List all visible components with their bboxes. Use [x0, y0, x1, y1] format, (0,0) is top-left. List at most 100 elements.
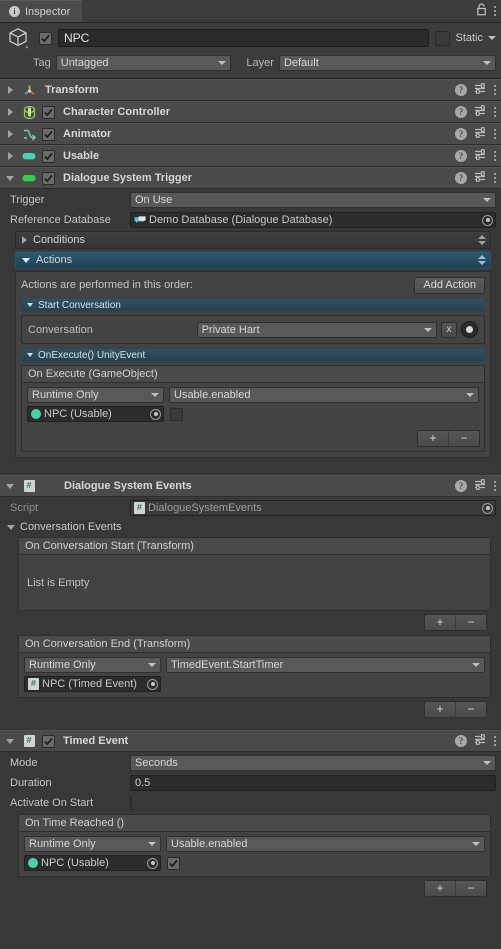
object-picker-icon[interactable]	[147, 678, 158, 690]
gameobject-active-checkbox[interactable]	[39, 31, 52, 45]
component-name: Character Controller	[63, 106, 170, 118]
call-state-dropdown[interactable]: Runtime Only	[27, 387, 164, 403]
add-entry-button[interactable]: +	[425, 615, 455, 630]
add-entry-button[interactable]: +	[418, 431, 448, 446]
on-conversation-end-block: On Conversation End (Transform) Runtime …	[18, 635, 491, 722]
activate-on-start-checkbox[interactable]	[130, 796, 132, 810]
animator-icon	[21, 126, 37, 142]
preset-icon[interactable]	[474, 478, 487, 494]
onexecute-foldout[interactable]: OnExecute() UnityEvent	[21, 348, 485, 362]
gameobject-header: NPC Static Tag Untagged Layer Default	[0, 23, 501, 79]
foldout-arrow-icon[interactable]	[4, 152, 16, 160]
foldout-arrow-icon[interactable]	[4, 738, 16, 744]
foldout-arrow-icon[interactable]	[4, 483, 16, 489]
target-objectfield[interactable]: # NPC (Timed Event)	[24, 676, 161, 692]
conditions-foldout[interactable]: Conditions	[15, 231, 491, 249]
component-enable-checkbox[interactable]	[42, 734, 55, 748]
remove-entry-button[interactable]: −	[455, 881, 486, 896]
add-entry-button[interactable]: +	[425, 881, 455, 896]
gameobject-name-input[interactable]: NPC	[58, 29, 430, 47]
call-state-dropdown[interactable]: Runtime Only	[24, 657, 161, 673]
preset-icon[interactable]	[474, 170, 487, 186]
duration-input[interactable]: 0.5	[130, 775, 496, 791]
remove-entry-button[interactable]: −	[455, 702, 486, 717]
preset-icon[interactable]	[474, 148, 487, 164]
preset-icon[interactable]	[474, 104, 487, 120]
kebab-menu-icon[interactable]	[494, 173, 496, 183]
conversation-events-foldout[interactable]: Conversation Events	[5, 519, 496, 535]
trigger-value: On Use	[135, 194, 173, 206]
layer-dropdown[interactable]: Default	[278, 55, 496, 71]
help-icon[interactable]: ?	[455, 172, 467, 184]
mode-dropdown[interactable]: Seconds	[130, 755, 496, 771]
component-enable-checkbox[interactable]	[42, 127, 55, 141]
kebab-menu-icon[interactable]	[494, 151, 496, 161]
tag-dropdown[interactable]: Untagged	[55, 55, 232, 71]
lock-icon[interactable]	[476, 3, 487, 19]
kebab-menu-icon[interactable]	[494, 107, 496, 117]
remove-entry-button[interactable]: −	[448, 431, 479, 446]
foldout-arrow-icon[interactable]	[4, 108, 16, 116]
help-icon[interactable]: ?	[455, 106, 467, 118]
reorder-handle[interactable]	[478, 255, 486, 265]
tag-value: Untagged	[60, 57, 109, 69]
on-conversation-end-list: On Conversation End (Transform) Runtime …	[18, 635, 491, 698]
dialogue-system-trigger-body: Trigger On Use Reference Database Demo D…	[0, 189, 501, 468]
static-toggle-group[interactable]: Static	[435, 30, 496, 46]
preset-icon[interactable]	[474, 126, 487, 142]
argument-bool-checkbox[interactable]	[170, 407, 183, 421]
cube-icon[interactable]	[5, 24, 33, 52]
record-dot-button[interactable]	[461, 321, 478, 338]
on-time-reached-footer: + −	[18, 877, 491, 901]
start-conversation-foldout[interactable]: Start Conversation	[21, 298, 485, 312]
component-header-dialogue-system-events[interactable]: # Dialogue System Events ?	[0, 475, 501, 497]
help-icon[interactable]: ?	[455, 735, 467, 747]
method-dropdown[interactable]: Usable.enabled	[169, 387, 479, 403]
argument-bool-checkbox[interactable]	[167, 856, 180, 870]
foldout-arrow-icon[interactable]	[4, 86, 16, 94]
conversation-dropdown[interactable]: Private Hart	[196, 321, 437, 338]
component-enable-checkbox[interactable]	[42, 171, 55, 185]
remove-entry-button[interactable]: −	[455, 615, 486, 630]
reference-database-objectfield[interactable]: Demo Database (Dialogue Database)	[130, 212, 496, 228]
actions-foldout[interactable]: Actions	[15, 251, 491, 269]
method-dropdown[interactable]: Usable.enabled	[166, 836, 485, 852]
trigger-dropdown[interactable]: On Use	[130, 192, 496, 208]
on-time-reached-list: On Time Reached () Runtime Only Usable.e…	[18, 814, 491, 877]
target-objectfield[interactable]: NPC (Usable)	[27, 406, 164, 422]
component-header-character-controller[interactable]: Character Controller ?	[0, 101, 501, 123]
tab-inspector[interactable]: i Inspector	[0, 0, 83, 22]
add-action-button[interactable]: Add Action	[414, 276, 485, 294]
help-icon[interactable]: ?	[455, 480, 467, 492]
method-dropdown[interactable]: TimedEvent.StartTimer	[166, 657, 485, 673]
clear-conversation-button[interactable]: x	[441, 321, 457, 338]
object-picker-icon[interactable]	[150, 408, 161, 420]
kebab-menu-icon[interactable]	[494, 85, 496, 95]
kebab-menu-icon[interactable]	[494, 129, 496, 139]
component-header-timed-event[interactable]: # Timed Event ?	[0, 730, 501, 752]
help-icon[interactable]: ?	[455, 128, 467, 140]
reorder-handle[interactable]	[478, 235, 486, 245]
preset-icon[interactable]	[474, 733, 487, 749]
help-icon[interactable]: ?	[455, 150, 467, 162]
add-entry-button[interactable]: +	[425, 702, 455, 717]
kebab-menu-icon[interactable]	[494, 481, 496, 491]
object-picker-icon[interactable]	[482, 214, 493, 226]
component-header-dialogue-system-trigger[interactable]: Dialogue System Trigger ?	[0, 167, 501, 189]
target-objectfield[interactable]: NPC (Usable)	[24, 855, 161, 871]
kebab-menu-icon[interactable]	[494, 736, 496, 746]
component-header-usable[interactable]: Usable ?	[0, 145, 501, 167]
component-enable-checkbox[interactable]	[42, 149, 55, 163]
foldout-arrow-icon[interactable]	[4, 175, 16, 181]
object-picker-icon[interactable]	[147, 857, 158, 869]
call-state-dropdown[interactable]: Runtime Only	[24, 836, 161, 852]
kebab-menu-icon[interactable]	[494, 6, 496, 16]
component-header-animator[interactable]: Animator ?	[0, 123, 501, 145]
component-header-transform[interactable]: Transform ?	[0, 79, 501, 101]
chevron-down-icon[interactable]	[488, 36, 496, 40]
foldout-arrow-icon[interactable]	[4, 130, 16, 138]
help-icon[interactable]: ?	[455, 84, 467, 96]
preset-icon[interactable]	[474, 82, 487, 98]
static-checkbox[interactable]	[435, 30, 451, 46]
component-enable-checkbox[interactable]	[42, 105, 55, 119]
